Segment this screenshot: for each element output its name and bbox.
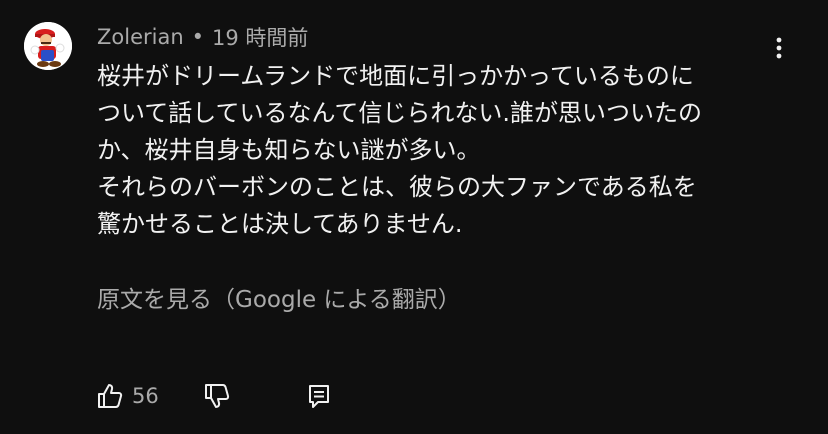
reply-button[interactable] — [303, 380, 335, 412]
comment-timestamp[interactable]: 19 時間前 — [212, 22, 308, 52]
comment-header: Zolerian • 19 時間前 — [97, 23, 308, 51]
comment-body: 桜井がドリームランドで地面に引っかかっているものに ついて話しているなんて信じら… — [97, 58, 787, 243]
thumb-up-icon — [98, 384, 123, 408]
see-original-link[interactable]: 原文を見る（Google による翻訳） — [97, 284, 461, 316]
comment-line: か、桜井自身も知らない謎が多い。 — [97, 136, 481, 164]
reply-comment-icon — [308, 385, 329, 408]
like-button[interactable] — [94, 380, 126, 412]
comment-line: 驚かせることは決してありません. — [97, 210, 463, 238]
comment-actions: 56 — [94, 378, 335, 414]
comment-line: ついて話しているなんて信じられない.誰が思いついたの — [97, 99, 702, 127]
comment-line: 桜井がドリームランドで地面に引っかかっているものに — [97, 62, 694, 90]
mario-avatar-image — [24, 22, 72, 70]
author-name[interactable]: Zolerian — [97, 25, 184, 49]
like-count: 56 — [132, 384, 159, 408]
separator-dot: • — [191, 25, 205, 49]
comment-line: それらのバーボンのことは、彼らの大ファンである私を — [97, 173, 697, 201]
thumb-down-icon — [204, 384, 229, 408]
avatar[interactable] — [24, 22, 72, 70]
dislike-button[interactable] — [201, 380, 233, 412]
